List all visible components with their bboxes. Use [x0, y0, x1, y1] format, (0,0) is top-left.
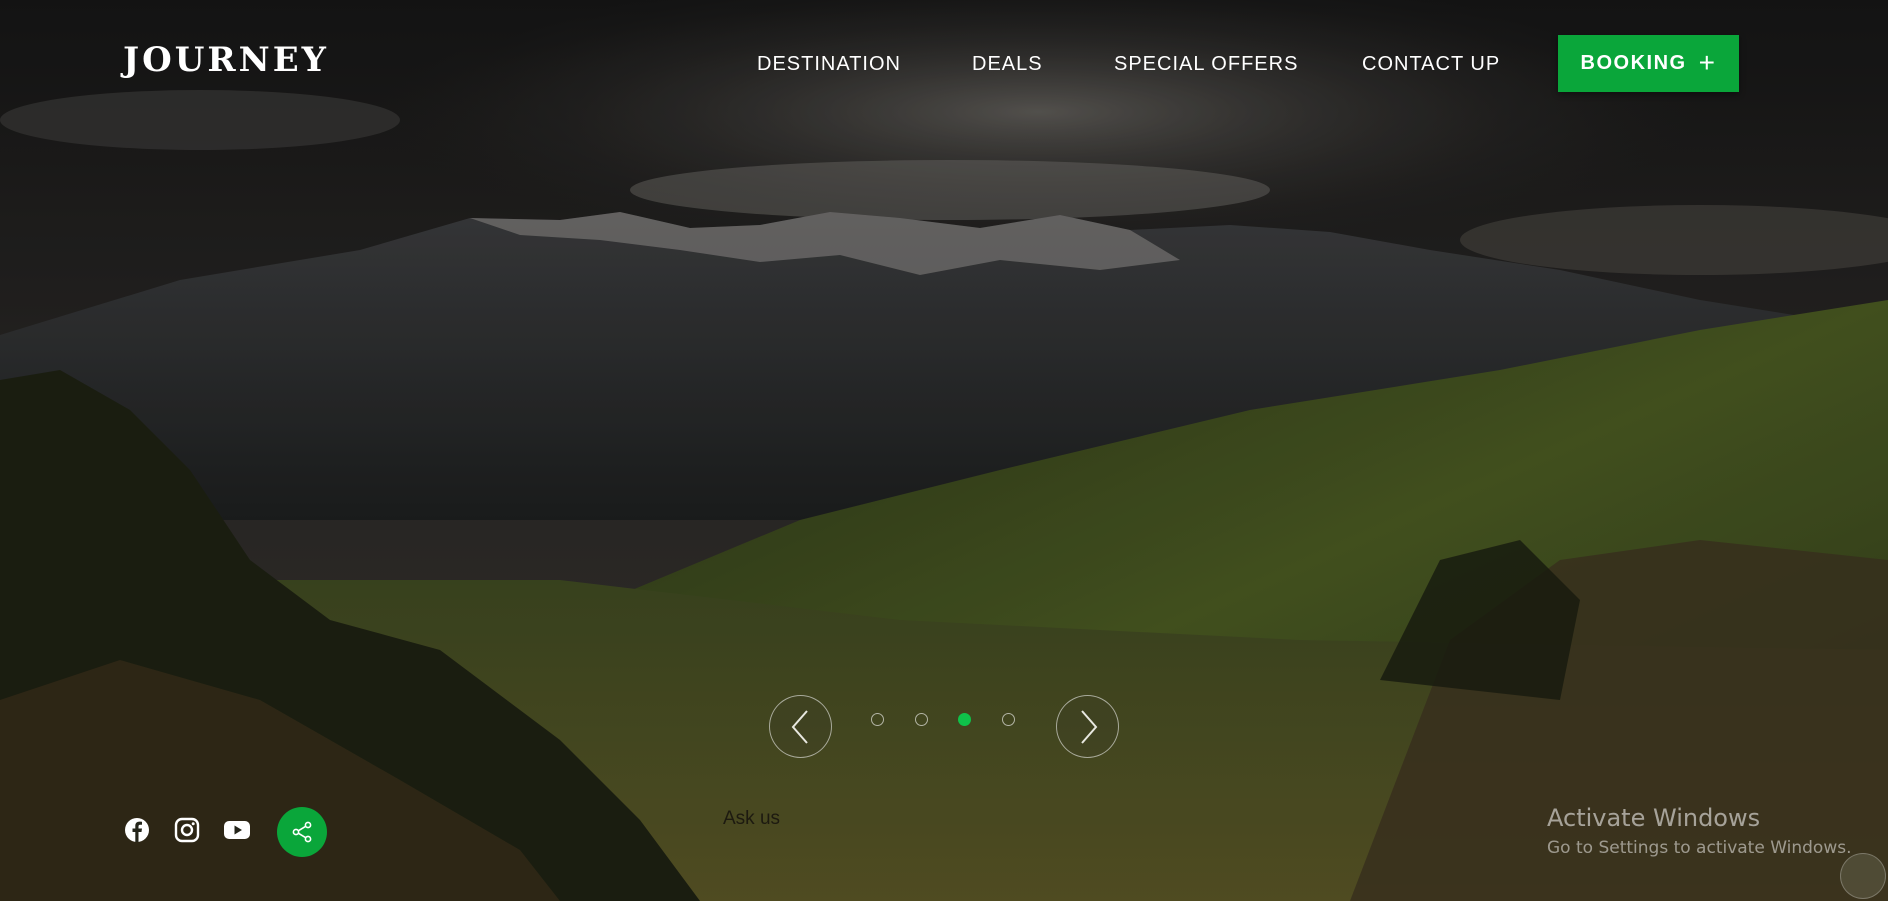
chat-widget-icon[interactable] [1840, 853, 1886, 899]
nav-destination[interactable]: DESTINATION [757, 53, 901, 76]
slider-dot-4[interactable] [1002, 713, 1015, 726]
nav-contact-up[interactable]: CONTACT UP [1362, 53, 1500, 76]
instagram-icon[interactable] [172, 815, 202, 845]
plus-icon: + [1698, 46, 1717, 78]
slider-next-button[interactable] [1056, 695, 1119, 758]
slider-dot-3[interactable] [958, 713, 971, 726]
booking-button[interactable]: BOOKING + [1558, 35, 1739, 92]
facebook-icon[interactable] [122, 815, 152, 845]
share-icon [292, 821, 312, 843]
nav-special-offers[interactable]: SPECIAL OFFERS [1114, 53, 1298, 76]
dark-overlay [0, 0, 1888, 901]
windows-activation-title: Activate Windows [1547, 804, 1761, 832]
slider-dot-1[interactable] [871, 713, 884, 726]
site-logo[interactable]: JOURNEY [123, 40, 329, 80]
slider-prev-button[interactable] [769, 695, 832, 758]
chevron-left-icon [791, 709, 808, 744]
chevron-right-icon [1080, 709, 1097, 744]
youtube-icon[interactable] [222, 815, 252, 845]
windows-activation-subtitle: Go to Settings to activate Windows. [1547, 838, 1852, 858]
nav-deals[interactable]: DEALS [972, 53, 1043, 76]
booking-label: BOOKING [1580, 52, 1687, 74]
ask-us-link[interactable]: Ask us [723, 808, 780, 830]
share-button[interactable] [277, 807, 327, 857]
slider-dot-2[interactable] [915, 713, 928, 726]
